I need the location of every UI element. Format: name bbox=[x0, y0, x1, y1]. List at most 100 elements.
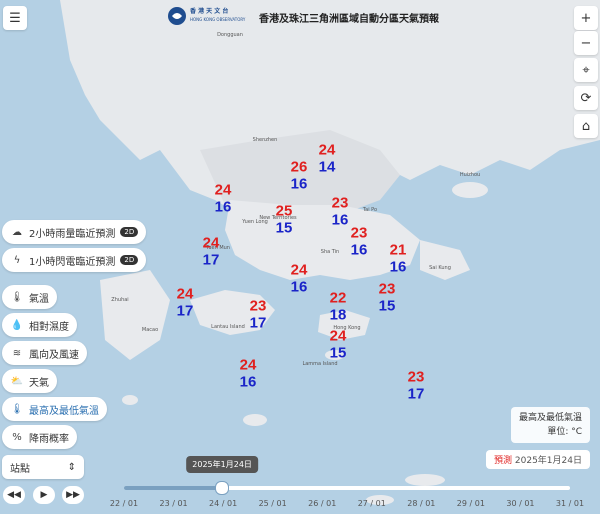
min-temp: 15 bbox=[378, 297, 396, 315]
zoom-out-button[interactable]: − bbox=[574, 31, 598, 55]
place-label: Lamma Island bbox=[302, 361, 338, 367]
place-label: Tai Po bbox=[362, 207, 378, 213]
menu-button[interactable]: ☰ bbox=[3, 6, 27, 30]
2d-badge[interactable]: 2D bbox=[120, 227, 139, 237]
droplet-icon: 💧 bbox=[10, 319, 24, 331]
min-temp: 16 bbox=[290, 175, 308, 193]
legend-box: 最高及最低氣溫 單位: °C bbox=[510, 407, 590, 443]
min-temp: 17 bbox=[249, 314, 267, 332]
layer-label: 最高及最低氣溫 bbox=[29, 405, 99, 417]
min-temp: 15 bbox=[329, 344, 347, 362]
min-temp: 16 bbox=[239, 373, 257, 391]
forecast-tag: 預測 bbox=[494, 456, 513, 466]
place-label: Sha Tin bbox=[320, 249, 340, 255]
layer-wind[interactable]: ≋ 風向及風速 bbox=[2, 341, 87, 365]
forecast-date: 2025年1月24日 bbox=[514, 456, 582, 466]
page-title: 香港及珠江三角洲區域自動分區天氣預報 bbox=[259, 14, 439, 25]
forecast-box: 預測 2025年1月24日 bbox=[486, 450, 590, 469]
place-label: Lantau Island bbox=[211, 324, 245, 330]
layer-rain-probability[interactable]: % 降雨概率 bbox=[2, 425, 77, 449]
max-temp: 24 bbox=[176, 285, 194, 303]
thermometers-icon: 🌡 bbox=[10, 403, 24, 415]
timeline-tick: 23 / 01 bbox=[159, 499, 188, 508]
min-temp: 16 bbox=[331, 211, 349, 229]
layer-humidity[interactable]: 💧 相對濕度 bbox=[2, 313, 77, 337]
rewind-icon: ◀◀ bbox=[7, 490, 21, 500]
station-select-value: 站點 bbox=[10, 463, 30, 475]
max-temp: 24 bbox=[329, 327, 347, 345]
thermometer-icon: 🌡 bbox=[10, 291, 24, 303]
home-button[interactable]: ⌂ bbox=[574, 114, 598, 138]
max-temp: 26 bbox=[290, 158, 308, 176]
rewind-button[interactable]: ◀◀ bbox=[3, 486, 25, 504]
max-temp: 25 bbox=[275, 202, 293, 220]
timeline-tick: 26 / 01 bbox=[308, 499, 337, 508]
layer-label: 氣溫 bbox=[29, 293, 49, 305]
max-temp: 24 bbox=[239, 356, 257, 374]
refresh-button[interactable]: ⟳ bbox=[574, 86, 598, 110]
max-temp: 23 bbox=[378, 280, 396, 298]
min-temp: 17 bbox=[407, 385, 425, 403]
refresh-icon: ⟳ bbox=[580, 90, 592, 106]
fast-forward-icon: ▶▶ bbox=[66, 490, 80, 500]
updown-icon: ⇕ bbox=[67, 461, 76, 473]
timeline-tick: 22 / 01 bbox=[109, 499, 139, 508]
timeline-tick: 29 / 01 bbox=[456, 499, 485, 508]
timeline-tick: 25 / 01 bbox=[258, 499, 287, 508]
rain-nowcast-button[interactable]: ☁ 2小時雨量臨近預測 2D bbox=[2, 220, 147, 244]
max-temp: 24 bbox=[318, 141, 336, 159]
max-temp: 21 bbox=[389, 241, 407, 259]
min-temp: 16 bbox=[290, 278, 308, 296]
lightning-icon: ϟ bbox=[13, 254, 21, 266]
wind-icon: ≋ bbox=[12, 347, 22, 359]
max-temp: 23 bbox=[331, 194, 349, 212]
layer-temperature[interactable]: 🌡 氣溫 bbox=[2, 285, 57, 309]
hamburger-icon: ☰ bbox=[9, 10, 21, 26]
crosshair-icon: ⌖ bbox=[582, 62, 590, 78]
place-label: Zhuhai bbox=[111, 297, 129, 303]
percent-icon: % bbox=[12, 431, 22, 443]
place-label: Macao bbox=[141, 327, 159, 333]
max-temp: 23 bbox=[249, 297, 267, 315]
play-button[interactable]: ▶ bbox=[33, 486, 55, 504]
fast-forward-button[interactable]: ▶▶ bbox=[62, 486, 84, 504]
hko-logo: 香 港 天 文 台 HONG KONG OBSERVATORY bbox=[167, 6, 245, 26]
min-temp: 17 bbox=[176, 302, 194, 320]
max-temp: 23 bbox=[350, 224, 368, 242]
place-label: Sai Kung bbox=[429, 265, 451, 271]
locate-button[interactable]: ⌖ bbox=[574, 58, 598, 82]
max-temp: 24 bbox=[214, 181, 232, 199]
layer-weather[interactable]: ⛅ 天氣 bbox=[2, 369, 57, 393]
station-select[interactable]: 站點 ⇕ bbox=[2, 455, 84, 479]
rain-nowcast-label: 2小時雨量臨近預測 bbox=[29, 228, 116, 240]
timeline-date-bubble: 2025年1月24日 bbox=[186, 456, 258, 473]
play-icon: ▶ bbox=[40, 490, 48, 500]
min-temp: 16 bbox=[389, 258, 407, 276]
min-temp: 14 bbox=[318, 158, 336, 176]
min-temp: 16 bbox=[350, 241, 368, 259]
timeline-tick: 27 / 01 bbox=[357, 499, 386, 508]
zoom-in-button[interactable]: + bbox=[574, 6, 598, 30]
timeline-track[interactable] bbox=[124, 486, 570, 490]
place-label: Shenzhen bbox=[252, 137, 278, 143]
timeline-handle[interactable] bbox=[215, 481, 230, 495]
layer-max-min-temp[interactable]: 🌡 最高及最低氣溫 bbox=[2, 397, 107, 421]
min-temp: 18 bbox=[329, 306, 347, 324]
max-temp: 23 bbox=[407, 368, 425, 386]
layer-label: 風向及風速 bbox=[29, 349, 79, 361]
timeline-tick: 24 / 01 bbox=[209, 499, 238, 508]
lightning-nowcast-button[interactable]: ϟ 1小時閃電臨近預測 2D bbox=[2, 248, 147, 272]
timeline-tick: 31 / 01 bbox=[555, 499, 585, 508]
2d-badge[interactable]: 2D bbox=[120, 255, 139, 265]
legend-unit: 單位: °C bbox=[547, 427, 582, 437]
max-temp: 24 bbox=[202, 234, 220, 252]
layer-label: 降雨概率 bbox=[29, 433, 69, 445]
timeline-tick: 30 / 01 bbox=[506, 499, 535, 508]
max-temp: 22 bbox=[329, 289, 347, 307]
timeline-tick: 28 / 01 bbox=[407, 499, 436, 508]
lightning-nowcast-label: 1小時閃電臨近預測 bbox=[29, 256, 116, 268]
rain-cloud-icon: ☁ bbox=[12, 226, 22, 238]
layer-label: 相對濕度 bbox=[29, 321, 69, 333]
cloud-sun-icon: ⛅ bbox=[10, 375, 24, 387]
place-label: Huizhou bbox=[459, 172, 481, 178]
